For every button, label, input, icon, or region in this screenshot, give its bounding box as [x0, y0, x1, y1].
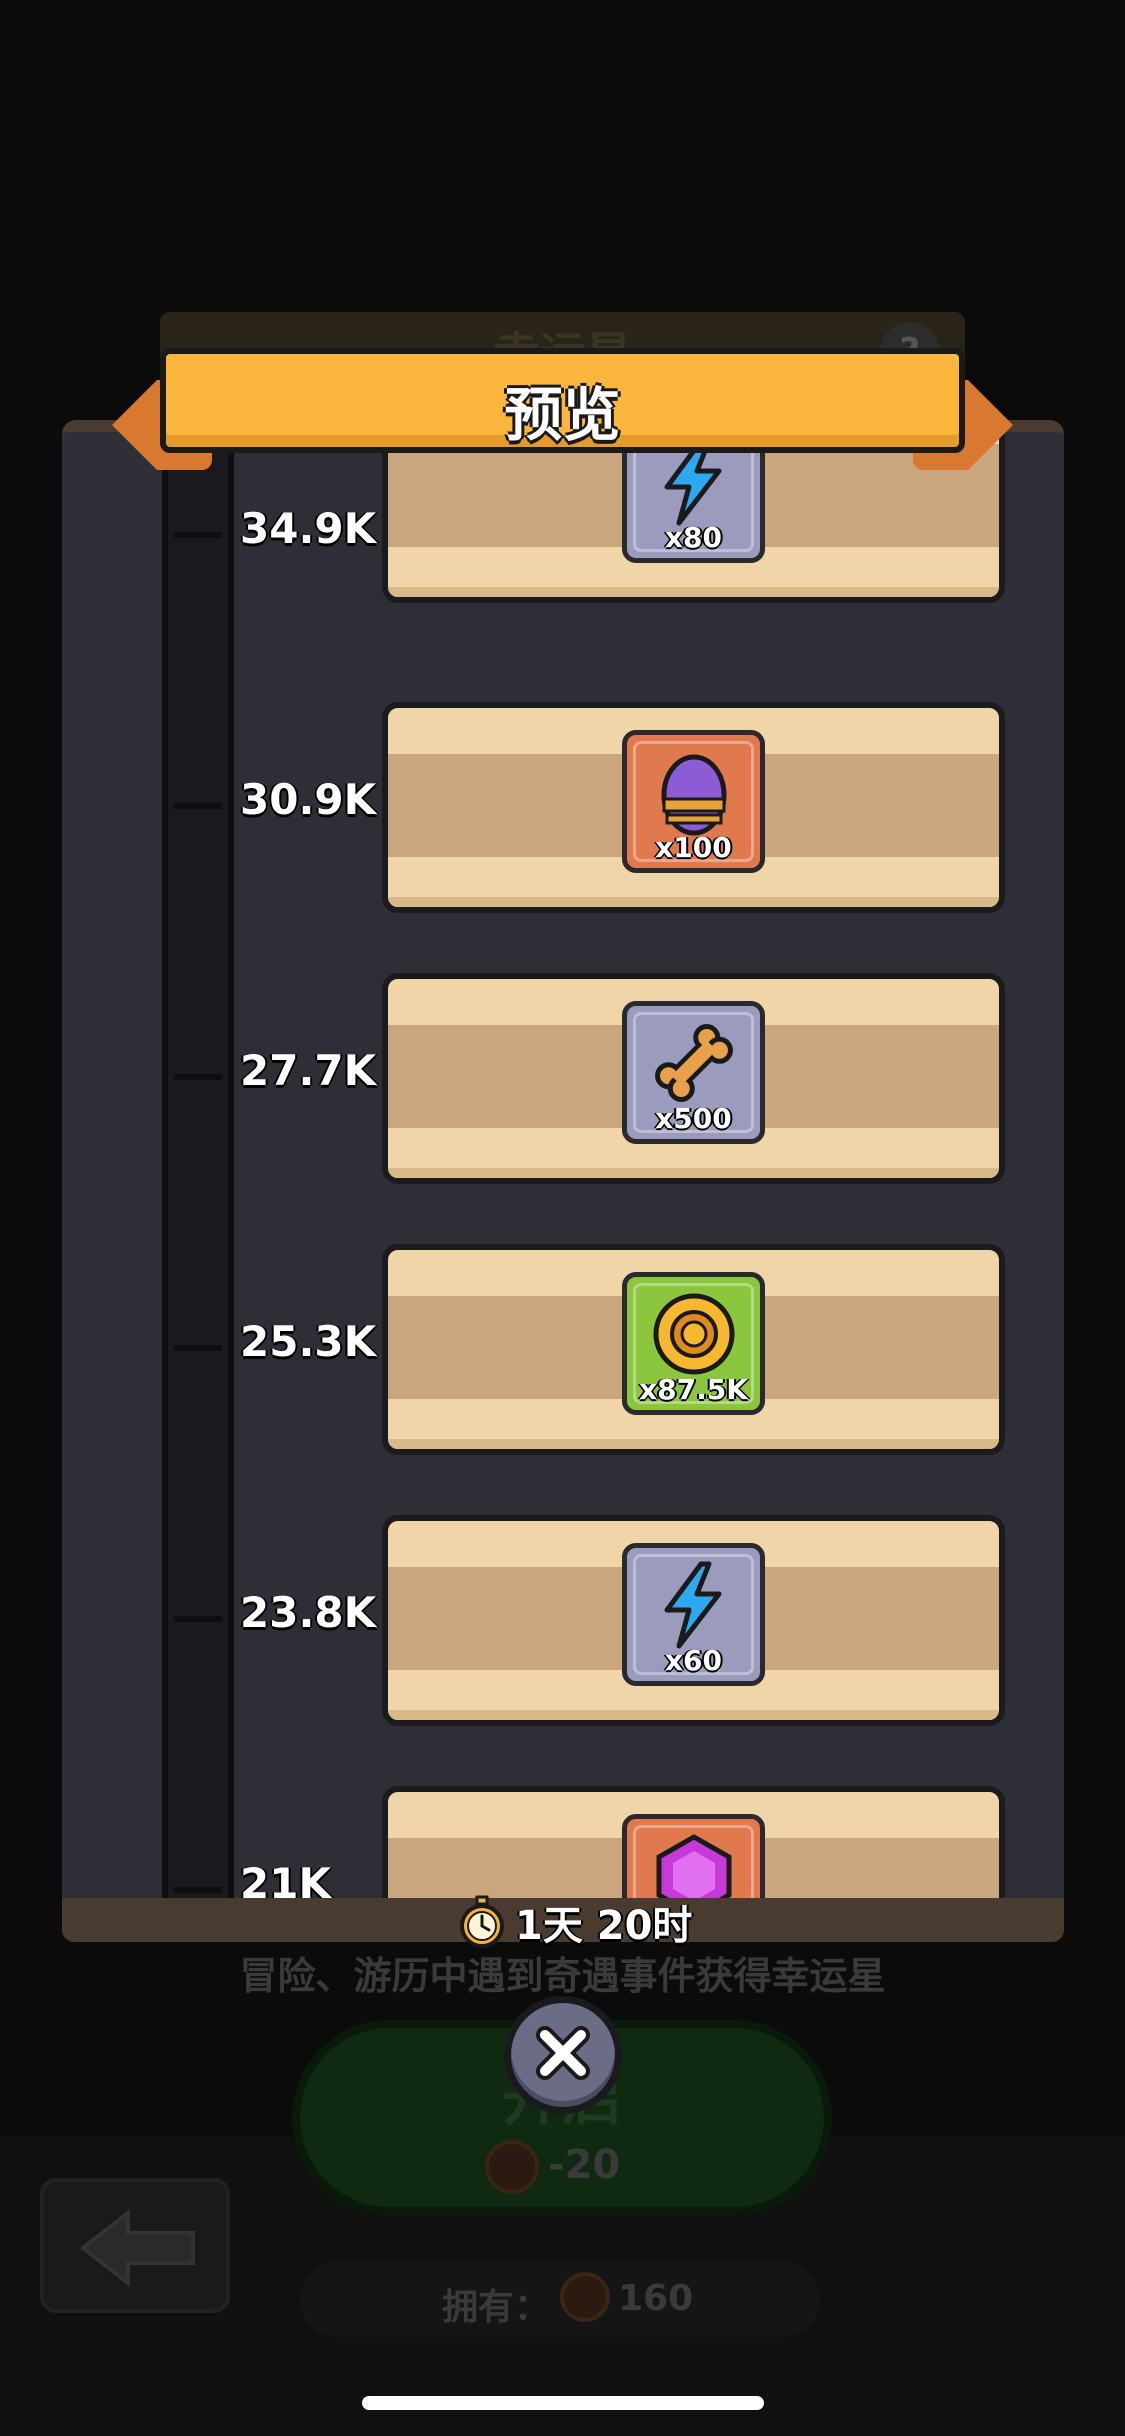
- lucky-star-coin-icon: [560, 2272, 610, 2322]
- reward-quantity: x80: [664, 521, 723, 554]
- reward-card: x80: [382, 432, 1005, 603]
- reward-quantity: x87.5K: [639, 1373, 748, 1406]
- home-indicator: [362, 2396, 764, 2410]
- egg-icon: [661, 754, 727, 836]
- reward-card: x500: [382, 973, 1005, 1184]
- bone-icon: [655, 1024, 733, 1102]
- track-divider: [174, 1074, 222, 1080]
- reward-quantity: x500: [655, 1102, 732, 1135]
- bg-cost: -20: [548, 2142, 621, 2188]
- reward-card: x87.5K: [382, 1244, 1005, 1455]
- track-divider: [174, 532, 222, 538]
- track-divider: [174, 1345, 222, 1351]
- reward-card: x100: [382, 702, 1005, 913]
- timer-text: 1天 20时: [515, 1903, 693, 1949]
- track-divider: [174, 803, 222, 809]
- close-button[interactable]: [504, 1996, 622, 2114]
- reward-item-tile[interactable]: x60: [622, 1543, 765, 1686]
- track-divider: [174, 1616, 222, 1622]
- reward-item-tile[interactable]: x500: [622, 1001, 765, 1144]
- reward-quantity: x100: [655, 831, 732, 864]
- track-divider: [174, 1887, 222, 1893]
- title-banner: 预览: [160, 348, 965, 453]
- bg-owned-value: 160: [618, 2278, 694, 2319]
- reward-card: x60: [382, 1515, 1005, 1726]
- bg-description: 冒险、游历中遇到奇遇事件获得幸运星: [239, 1954, 886, 1998]
- reward-quantity: x60: [664, 1644, 723, 1677]
- back-arrow-icon: [79, 2208, 195, 2288]
- event-timer: 1天 20时: [455, 1892, 692, 1952]
- lightning-icon: [664, 1561, 722, 1649]
- reward-item-tile[interactable]: [622, 1814, 765, 1898]
- gem-icon: [656, 1834, 732, 1898]
- modal-title: 预览: [504, 381, 621, 449]
- reward-item-tile[interactable]: x87.5K: [622, 1272, 765, 1415]
- reward-list[interactable]: 34.9K x80 30.9K x100 27.7K x500 25.3K x8…: [62, 432, 1064, 1898]
- bg-owned-label: 拥有：: [442, 2287, 551, 2328]
- reward-card: [382, 1786, 1005, 1898]
- close-icon: [536, 2026, 590, 2080]
- stopwatch-icon: [460, 1895, 504, 1948]
- gold-coin-icon: [653, 1293, 735, 1375]
- progress-track: [162, 432, 234, 1898]
- lucky-star-coin-icon: [485, 2140, 539, 2194]
- reward-item-tile[interactable]: x100: [622, 730, 765, 873]
